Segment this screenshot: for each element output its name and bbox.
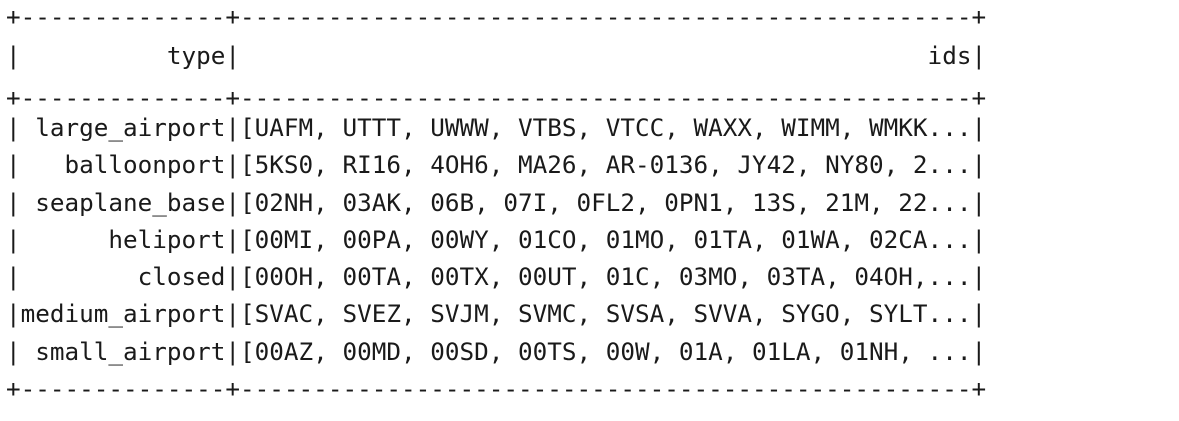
table-header-row: | type| ids| — [6, 41, 987, 70]
table-row: | heliport|[00MI, 00PA, 00WY, 01CO, 01MO… — [6, 225, 987, 254]
table-border-top: +--------------+------------------------… — [6, 2, 987, 31]
table-row: | balloonport|[5KS0, RI16, 4OH6, MA26, A… — [6, 150, 987, 179]
table-row: | small_airport|[00AZ, 00MD, 00SD, 00TS,… — [6, 337, 987, 366]
table-row: | seaplane_base|[02NH, 03AK, 06B, 07I, 0… — [6, 188, 987, 217]
table-row: | closed|[00OH, 00TA, 00TX, 00UT, 01C, 0… — [6, 262, 987, 291]
table-row: | large_airport|[UAFM, UTTT, UWWW, VTBS,… — [6, 113, 987, 142]
table-row: |medium_airport|[SVAC, SVEZ, SVJM, SVMC,… — [6, 299, 987, 328]
table-border-bottom: +--------------+------------------------… — [6, 374, 987, 403]
table-border-header: +--------------+------------------------… — [6, 83, 987, 112]
console-output: +--------------+------------------------… — [0, 0, 1179, 421]
